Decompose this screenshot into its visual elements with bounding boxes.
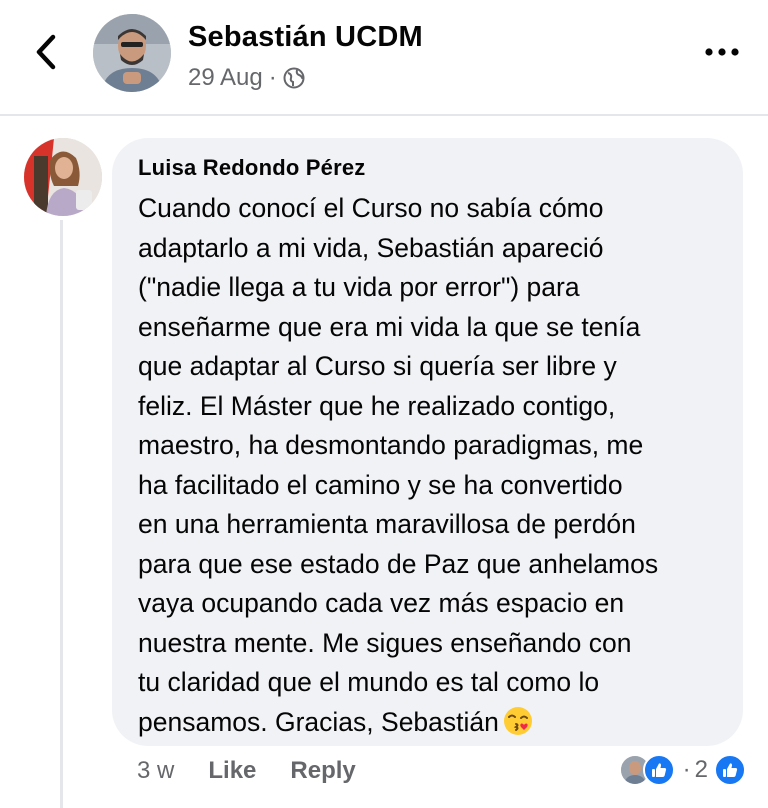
page-avatar[interactable] (93, 14, 171, 92)
post-meta: 29 Aug · (188, 64, 305, 92)
comment-bubble: Luisa Redondo Pérez Cuando conocí el Cur… (112, 138, 743, 746)
reply-button[interactable]: Reply (290, 757, 355, 785)
globe-icon (283, 67, 305, 89)
like-button[interactable]: Like (208, 757, 256, 785)
reactions-summary[interactable]: · 2 (618, 754, 746, 786)
commenter-name[interactable]: Luisa Redondo Pérez (138, 155, 721, 181)
thread-line (60, 220, 63, 808)
comment-time[interactable]: 3 w (137, 757, 174, 785)
comment-text: Cuando conocí el Curso no sabía cómo ada… (138, 189, 721, 747)
like-icon (714, 754, 746, 786)
reactions-separator: · (682, 756, 691, 783)
more-horizontal-icon (705, 48, 739, 56)
post-header: Sebastián UCDM 29 Aug · (0, 0, 768, 116)
reactions-count: 2 (694, 756, 708, 783)
more-options-button[interactable] (702, 38, 742, 66)
meta-separator: · (268, 64, 277, 91)
comment-body: Cuando conocí el Curso no sabía cómo ada… (138, 193, 659, 737)
kissing-face-emoji (503, 706, 533, 748)
chevron-left-icon (36, 34, 56, 70)
like-icon (642, 754, 675, 786)
post-date[interactable]: 29 Aug (188, 64, 263, 92)
page-name[interactable]: Sebastián UCDM (188, 21, 423, 54)
commenter-avatar[interactable] (24, 138, 102, 216)
back-button[interactable] (26, 32, 66, 72)
comment-actions: 3 w Like Reply (137, 757, 390, 785)
